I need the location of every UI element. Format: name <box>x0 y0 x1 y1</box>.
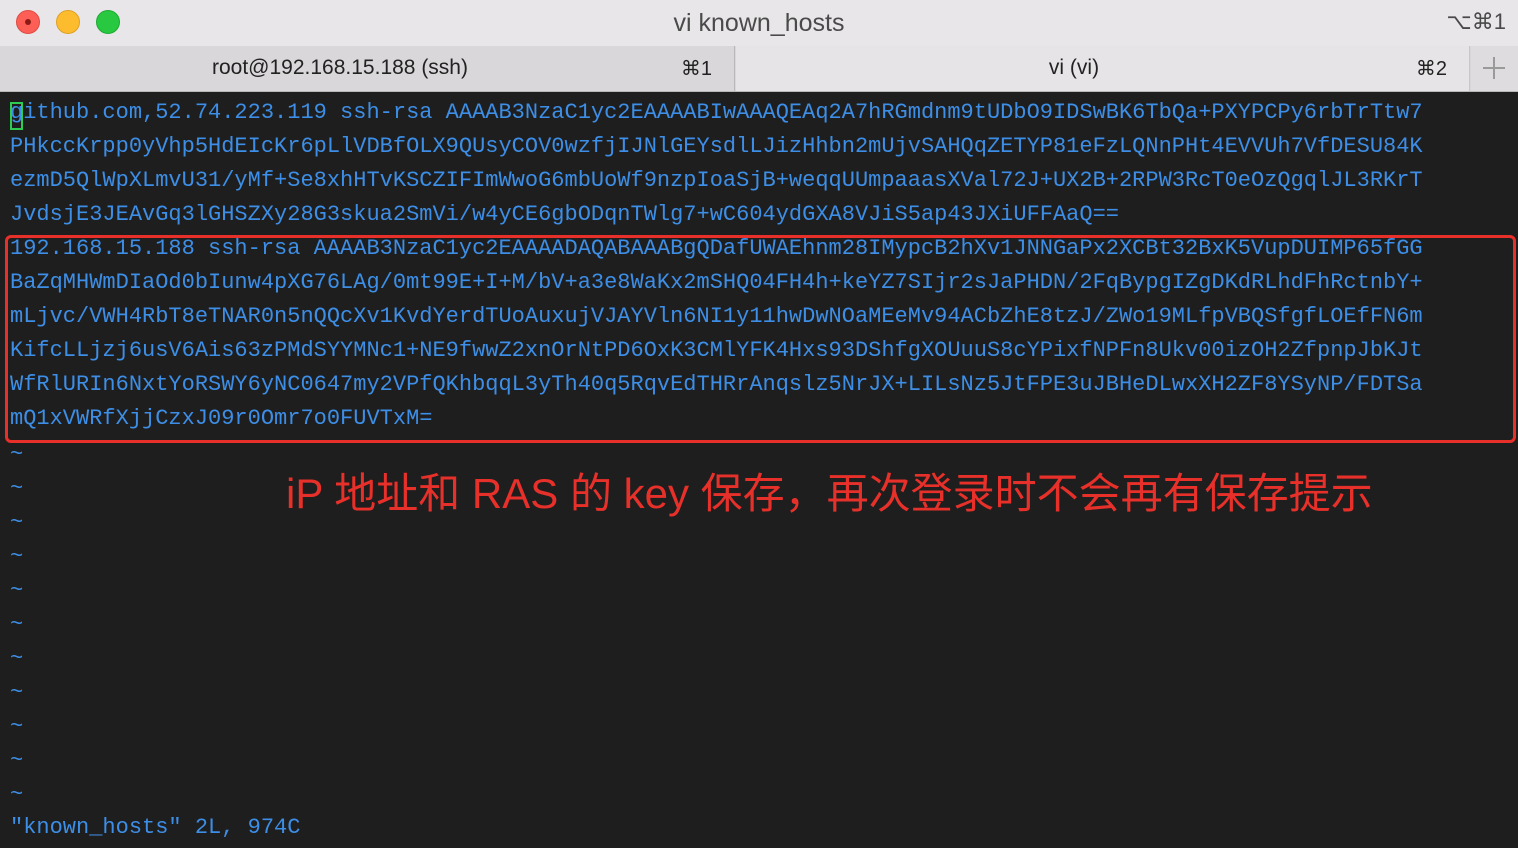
tab-vi-session[interactable]: vi (vi) ⌘2 <box>736 46 1470 91</box>
tab-shortcut: ⌘2 <box>1415 58 1447 80</box>
highlight-box <box>5 235 1516 443</box>
tab-bar: root@192.168.15.188 (ssh) ⌘1 vi (vi) ⌘2 <box>0 46 1518 92</box>
empty-line-marker: ~ <box>10 714 24 739</box>
empty-line-marker: ~ <box>10 578 24 603</box>
window-shortcut: ⌥⌘1 <box>1446 9 1506 34</box>
empty-line-marker: ~ <box>10 442 24 467</box>
empty-line-marker: ~ <box>10 680 24 705</box>
empty-line-marker: ~ <box>10 544 24 569</box>
file-line: github.com,52.74.223.119 ssh-rsa AAAAB3N… <box>10 100 1423 125</box>
empty-line-marker: ~ <box>10 646 24 671</box>
new-tab-button[interactable] <box>1471 46 1518 91</box>
annotation-text: iP 地址和 RAS 的 key 保存，再次登录时不会再有保存提示 <box>286 470 1373 517</box>
tab-ssh-session[interactable]: root@192.168.15.188 (ssh) ⌘1 <box>0 46 735 91</box>
empty-line-marker: ~ <box>10 782 24 807</box>
terminal-area[interactable]: github.com,52.74.223.119 ssh-rsa AAAAB3N… <box>0 92 1518 848</box>
empty-line-marker: ~ <box>10 476 24 501</box>
empty-line-marker: ~ <box>10 510 24 535</box>
empty-line-marker: ~ <box>10 748 24 773</box>
file-line: ezmD5QlWpXLmvU31/yMf+Se8xhHTvKSCZIFImWwo… <box>10 168 1423 193</box>
tab-shortcut: ⌘1 <box>680 58 712 80</box>
tab-label: root@192.168.15.188 (ssh) <box>212 56 468 79</box>
text-cursor <box>10 102 23 130</box>
tab-label: vi (vi) <box>1048 56 1100 79</box>
window-title: vi known_hosts <box>673 9 845 37</box>
title-bar: vi known_hosts ⌥⌘1 <box>0 0 1518 47</box>
empty-line-marker: ~ <box>10 612 24 637</box>
vi-status-line: "known_hosts" 2L, 974C <box>10 815 301 840</box>
file-line: JvdsjE3JEAvGq3lGHSZXy28G3skua2SmVi/w4yCE… <box>10 202 1119 227</box>
file-line: PHkccKrpp0yVhp5HdEIcKr6pLlVDBfOLX9QUsyCO… <box>10 134 1423 159</box>
